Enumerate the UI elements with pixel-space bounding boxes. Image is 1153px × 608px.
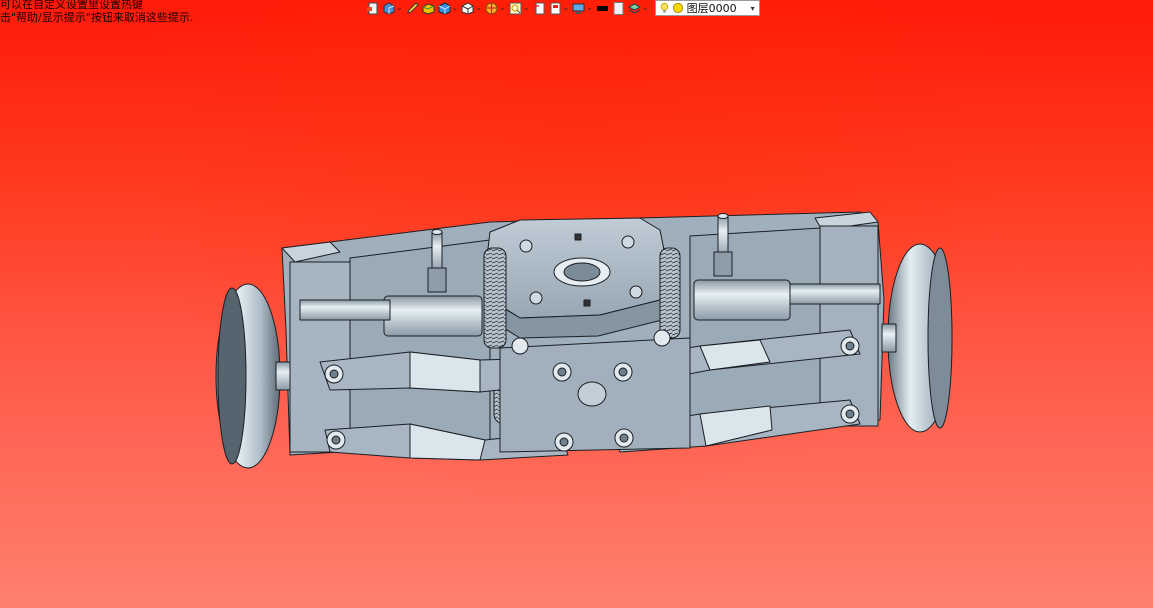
- robot-chassis-model[interactable]: [0, 0, 1153, 608]
- left-wheel: [215, 283, 291, 469]
- cad-viewport[interactable]: 可以在自定义设置里设置热键 击"帮助/显示提示"按钮来取消这些提示. ⌄ ⌄ ⌄…: [0, 0, 1153, 608]
- right-wheel: [881, 243, 953, 433]
- top-plate: [485, 217, 669, 339]
